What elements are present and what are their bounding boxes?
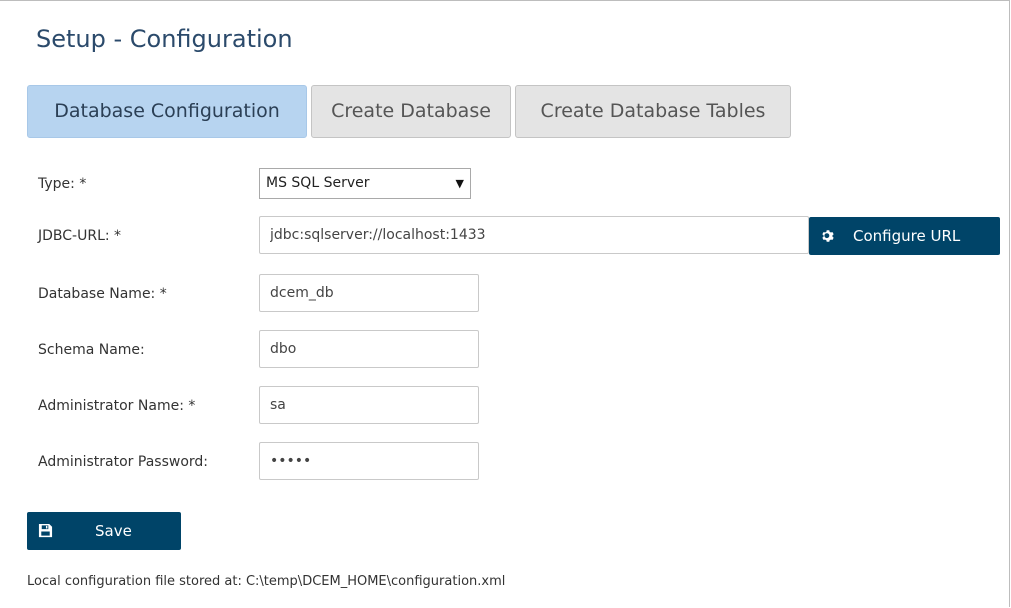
- schema-name-label: Schema Name:: [38, 342, 145, 358]
- config-file-path-note: Local configuration file stored at: C:\t…: [27, 574, 506, 589]
- type-select[interactable]: MS SQL Server ▼: [259, 168, 471, 199]
- configure-url-label: Configure URL: [853, 227, 961, 245]
- schema-name-input[interactable]: [259, 330, 479, 368]
- page-frame: Setup - Configuration Database Configura…: [0, 0, 1010, 607]
- database-name-input[interactable]: [259, 274, 479, 312]
- jdbc-url-input[interactable]: [259, 216, 809, 254]
- save-button[interactable]: Save: [27, 512, 181, 550]
- gear-icon: [822, 230, 834, 242]
- type-label: Type: *: [38, 176, 87, 192]
- admin-name-input[interactable]: [259, 386, 479, 424]
- database-name-label: Database Name: *: [38, 286, 167, 302]
- type-select-value: MS SQL Server: [266, 175, 370, 191]
- jdbc-url-label: JDBC-URL: *: [38, 228, 122, 244]
- admin-password-input[interactable]: [259, 442, 479, 480]
- tab-database-configuration[interactable]: Database Configuration: [27, 85, 307, 138]
- floppy-disk-icon: [38, 523, 53, 538]
- page-title: Setup - Configuration: [36, 25, 293, 53]
- admin-password-label: Administrator Password:: [38, 454, 208, 470]
- configure-url-button[interactable]: Configure URL: [809, 217, 1000, 255]
- admin-name-label: Administrator Name: *: [38, 398, 196, 414]
- dropdown-arrow-icon: ▼: [455, 177, 464, 190]
- save-label: Save: [95, 522, 132, 540]
- tab-create-database[interactable]: Create Database: [311, 85, 511, 138]
- tab-create-database-tables[interactable]: Create Database Tables: [515, 85, 791, 138]
